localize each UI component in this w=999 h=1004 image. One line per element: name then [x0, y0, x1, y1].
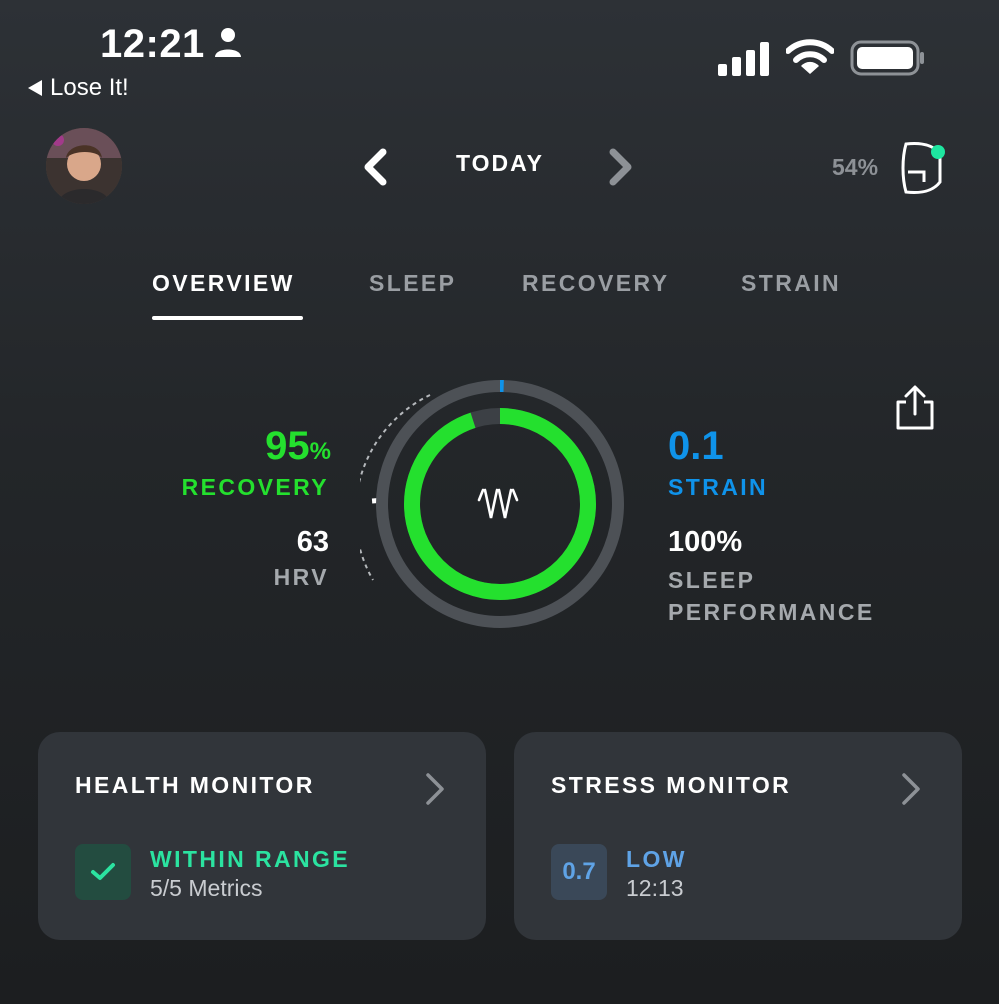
- hrv-label: HRV: [273, 564, 329, 590]
- back-to-app-link[interactable]: Lose It!: [28, 74, 129, 102]
- tab-overview[interactable]: OVERVIEW: [152, 270, 295, 297]
- sleep-performance-label: SLEEP PERFORMANCE: [668, 564, 875, 628]
- tab-recovery[interactable]: RECOVERY: [522, 270, 669, 297]
- tab-sleep[interactable]: SLEEP: [369, 270, 456, 297]
- avatar-image: [46, 128, 122, 204]
- share-icon[interactable]: [892, 384, 938, 432]
- health-status-badge: [75, 844, 131, 900]
- battery-icon: [850, 40, 924, 76]
- signal-icon: [718, 42, 769, 76]
- health-monitor-title: HEALTH MONITOR: [75, 772, 315, 798]
- sleep-label-line2: PERFORMANCE: [668, 599, 875, 625]
- recovery-label[interactable]: RECOVERY: [182, 474, 329, 501]
- stress-score-badge: 0.7: [551, 844, 607, 900]
- wifi-icon: [786, 39, 834, 74]
- check-icon: [91, 863, 115, 880]
- device-battery: 54%: [832, 154, 879, 180]
- strain-label[interactable]: STRAIN: [668, 474, 768, 501]
- recovery-number: 95: [265, 424, 310, 468]
- profile-avatar[interactable]: [46, 128, 122, 204]
- stress-monitor-title: STRESS MONITOR: [551, 772, 792, 798]
- recovery-unit: %: [309, 438, 331, 465]
- date-label[interactable]: TODAY: [440, 150, 560, 177]
- back-triangle-icon: [28, 80, 42, 96]
- strain-value[interactable]: 0.1: [668, 424, 724, 469]
- health-metrics-count: 5/5 Metrics: [150, 875, 263, 901]
- health-monitor-card[interactable]: HEALTH MONITOR WITHIN RANGE 5/5 Metrics: [38, 732, 486, 940]
- strain-recovery-dial[interactable]: [360, 380, 640, 660]
- sleep-label-line1: SLEEP: [668, 567, 756, 593]
- band-icon[interactable]: [894, 138, 950, 198]
- active-tab-indicator: [152, 316, 303, 320]
- stress-status-text: LOW: [626, 846, 687, 872]
- tab-strain[interactable]: STRAIN: [741, 270, 841, 297]
- person-icon: [215, 28, 241, 57]
- whoop-overview-screen: 12:21 Lose It! TODAY 54% OVERVIEW SLEEP …: [0, 0, 999, 1004]
- stress-time: 12:13: [626, 875, 684, 901]
- whoop-logo-icon: [477, 488, 519, 519]
- recovery-ring-arc: [404, 408, 596, 600]
- hrv-value: 63: [296, 526, 329, 558]
- chevron-right-icon: [902, 773, 920, 805]
- recovery-value[interactable]: 95%: [265, 424, 331, 469]
- stress-monitor-card[interactable]: STRESS MONITOR 0.7 LOW 12:13: [514, 732, 962, 940]
- back-app-label: Lose It!: [50, 74, 129, 101]
- status-time: 12:21: [100, 22, 205, 66]
- health-status-text: WITHIN RANGE: [150, 846, 351, 872]
- chevron-left-icon[interactable]: [360, 148, 390, 186]
- chevron-right-icon: [426, 773, 444, 805]
- chevron-right-icon[interactable]: [606, 148, 636, 186]
- sleep-performance-value: 100%: [668, 526, 743, 558]
